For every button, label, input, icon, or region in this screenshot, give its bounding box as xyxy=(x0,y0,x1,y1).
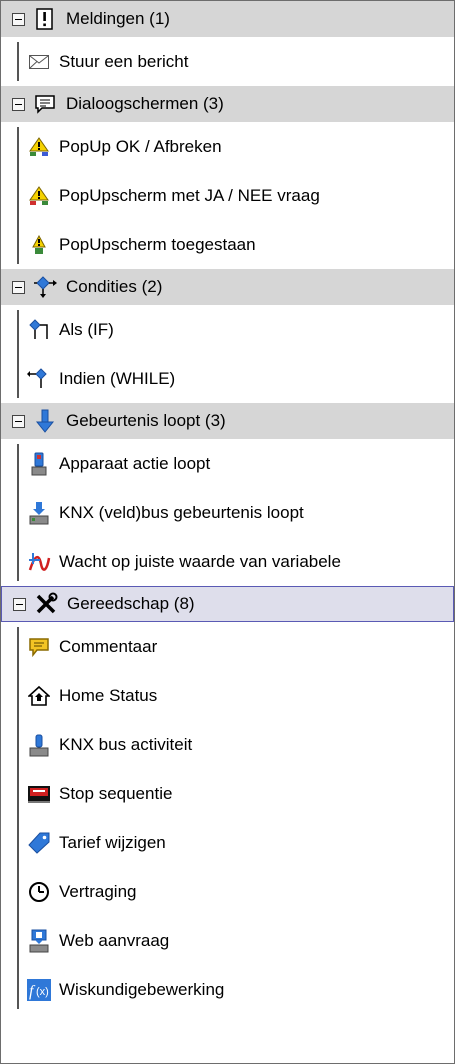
item-knx-veldbus-gebeurtenis[interactable]: KNX (veld)bus gebeurtenis loopt xyxy=(1,488,454,537)
collapse-toggle[interactable] xyxy=(13,597,26,611)
chat-bubble-icon xyxy=(33,92,57,116)
group-label: Gebeurtenis loopt (3) xyxy=(66,411,226,430)
item-label: Web aanvraag xyxy=(59,930,170,950)
condition-diamond-icon xyxy=(33,275,57,299)
group-gereedschap: Gereedschap (8) Commentaar Home Status K… xyxy=(1,586,454,1014)
device-action-icon xyxy=(27,452,51,476)
item-popup-ok-afbreken[interactable]: PopUp OK / Afbreken xyxy=(1,122,454,171)
item-label: Als (IF) xyxy=(59,319,114,339)
item-popupscherm-toegestaan[interactable]: PopUpscherm toegestaan xyxy=(1,220,454,269)
svg-text:(x): (x) xyxy=(36,986,49,998)
collapse-toggle[interactable] xyxy=(12,97,25,111)
item-label: Apparaat actie loopt xyxy=(59,453,211,473)
arrow-down-icon xyxy=(33,409,57,433)
comment-icon xyxy=(27,635,51,659)
item-label: Wiskundigebewerking xyxy=(59,979,225,999)
group-items: Apparaat actie loopt KNX (veld)bus gebeu… xyxy=(1,439,454,586)
warning-yes-no-icon xyxy=(27,184,51,208)
tools-icon xyxy=(34,592,58,616)
item-label: PopUp OK / Afbreken xyxy=(59,136,222,156)
if-branch-icon xyxy=(27,318,51,342)
item-apparaat-actie-loopt[interactable]: Apparaat actie loopt xyxy=(1,439,454,488)
item-label: KNX bus activiteit xyxy=(59,734,193,754)
item-knx-bus-activiteit[interactable]: KNX bus activiteit xyxy=(1,720,454,769)
item-tarief-wijzigen[interactable]: Tarief wijzigen xyxy=(1,818,454,867)
collapse-toggle[interactable] xyxy=(12,414,25,428)
collapse-toggle[interactable] xyxy=(12,12,25,26)
group-header-gereedschap[interactable]: Gereedschap (8) xyxy=(1,586,454,622)
item-label: KNX (veld)bus gebeurtenis loopt xyxy=(59,502,304,522)
item-label: Wacht op juiste waarde van variabele xyxy=(59,551,341,571)
stop-sequence-icon xyxy=(27,782,51,806)
warning-ok-cancel-icon xyxy=(27,135,51,159)
item-als-if[interactable]: Als (IF) xyxy=(1,305,454,354)
group-label: Condities (2) xyxy=(66,277,163,296)
item-wiskundigebewerking[interactable]: f (x) Wiskundigebewerking xyxy=(1,965,454,1014)
item-label: Stuur een bericht xyxy=(59,51,189,71)
home-status-icon xyxy=(27,684,51,708)
item-wacht-op-waarde[interactable]: Wacht op juiste waarde van variabele xyxy=(1,537,454,586)
item-web-aanvraag[interactable]: Web aanvraag xyxy=(1,916,454,965)
item-commentaar[interactable]: Commentaar xyxy=(1,622,454,671)
item-stop-sequentie[interactable]: Stop sequentie xyxy=(1,769,454,818)
group-label: Gereedschap (8) xyxy=(67,594,195,613)
group-header-dialoogschermen[interactable]: Dialoogschermen (3) xyxy=(1,86,454,122)
item-label: Tarief wijzigen xyxy=(59,832,166,852)
warning-allowed-icon xyxy=(27,233,51,257)
math-function-icon: f (x) xyxy=(27,978,51,1002)
item-label: Indien (WHILE) xyxy=(59,368,176,388)
web-request-icon xyxy=(27,929,51,953)
group-dialoogschermen: Dialoogschermen (3) PopUp OK / Afbreken … xyxy=(1,86,454,269)
item-popupscherm-ja-nee[interactable]: PopUpscherm met JA / NEE vraag xyxy=(1,171,454,220)
group-condities: Condities (2) Als (IF) Indien (WHILE) xyxy=(1,269,454,403)
wait-variable-icon xyxy=(27,550,51,574)
group-header-meldingen[interactable]: Meldingen (1) xyxy=(1,1,454,37)
item-label: Stop sequentie xyxy=(59,783,173,803)
item-label: Commentaar xyxy=(59,636,158,656)
toolbox-tree: Meldingen (1) Stuur een bericht Dialoogs… xyxy=(0,0,455,1064)
group-label: Meldingen (1) xyxy=(66,9,170,28)
item-label: PopUpscherm met JA / NEE vraag xyxy=(59,185,320,205)
envelope-icon xyxy=(27,50,51,74)
group-items: Als (IF) Indien (WHILE) xyxy=(1,305,454,403)
tariff-tag-icon xyxy=(27,831,51,855)
item-label: Vertraging xyxy=(59,881,137,901)
group-label: Dialoogschermen (3) xyxy=(66,94,224,113)
item-stuur-een-bericht[interactable]: Stuur een bericht xyxy=(1,37,454,86)
item-label: Home Status xyxy=(59,685,158,705)
exclamation-icon xyxy=(33,7,57,31)
group-gebeurtenis-loopt: Gebeurtenis loopt (3) Apparaat actie loo… xyxy=(1,403,454,586)
item-label: PopUpscherm toegestaan xyxy=(59,234,256,254)
knx-activity-icon xyxy=(27,733,51,757)
group-header-gebeurtenis-loopt[interactable]: Gebeurtenis loopt (3) xyxy=(1,403,454,439)
group-items: Commentaar Home Status KNX bus activitei… xyxy=(1,622,454,1014)
group-items: PopUp OK / Afbreken PopUpscherm met JA /… xyxy=(1,122,454,269)
collapse-toggle[interactable] xyxy=(12,280,25,294)
item-indien-while[interactable]: Indien (WHILE) xyxy=(1,354,454,403)
item-vertraging[interactable]: Vertraging xyxy=(1,867,454,916)
while-loop-icon xyxy=(27,367,51,391)
group-meldingen: Meldingen (1) Stuur een bericht xyxy=(1,1,454,86)
item-home-status[interactable]: Home Status xyxy=(1,671,454,720)
group-items: Stuur een bericht xyxy=(1,37,454,86)
group-header-condities[interactable]: Condities (2) xyxy=(1,269,454,305)
knx-bus-event-icon xyxy=(27,501,51,525)
clock-icon xyxy=(27,880,51,904)
